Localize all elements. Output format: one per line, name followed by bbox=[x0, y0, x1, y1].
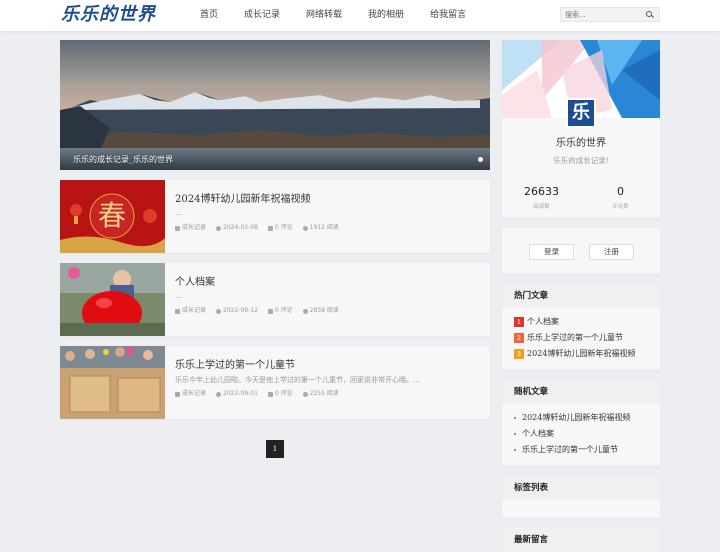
random-post-item[interactable]: 乐乐上学过的第一个儿童节 bbox=[514, 442, 648, 458]
bullet-icon bbox=[514, 417, 516, 419]
comment-icon bbox=[267, 308, 273, 314]
folder-icon bbox=[175, 308, 180, 314]
post-date: 2024-02-08 bbox=[216, 224, 258, 232]
register-button[interactable]: 注册 bbox=[589, 244, 634, 260]
hot-posts-widget: 热门文章 1 个人档案 2 乐乐上学过的第一个儿童节 3 2024博轩幼儿园新年祝福视… bbox=[502, 284, 660, 370]
nav-growth[interactable]: 成长记录 bbox=[235, 0, 289, 31]
post-item: 春 2024博轩幼儿园新年祝福视频 ... 成长记录 2024-02-08 0 … bbox=[60, 180, 490, 253]
hot-post-item[interactable]: 2 乐乐上学过的第一个儿童节 bbox=[514, 330, 648, 346]
random-post-label[interactable]: 2024博轩幼儿园新年祝福视频 bbox=[522, 410, 630, 426]
random-post-label[interactable]: 个人档案 bbox=[522, 426, 554, 442]
random-post-label[interactable]: 乐乐上学过的第一个儿童节 bbox=[522, 442, 618, 458]
post-title[interactable]: 个人档案 bbox=[175, 273, 215, 288]
main-nav: 首页 成长记录 网络转载 我的相册 给我留言 bbox=[191, 0, 483, 31]
random-post-item[interactable]: 个人档案 bbox=[514, 426, 648, 442]
profile-description: 乐乐的成长记录! bbox=[553, 156, 609, 165]
eye-icon bbox=[302, 225, 308, 231]
post-excerpt: 乐乐今年上幼儿园啦。今天是他上学过的第一个儿童节，回家说非常开心哦。... bbox=[175, 376, 420, 384]
rank-badge: 3 bbox=[514, 349, 524, 359]
nav-guestbook[interactable]: 给我留言 bbox=[421, 0, 475, 31]
post-thumbnail[interactable] bbox=[60, 263, 165, 336]
post-meta: 成长记录 2022-09-12 0 评论 2838 阅读 bbox=[175, 307, 349, 315]
post-views: 2838 阅读 bbox=[302, 307, 339, 315]
post-comments[interactable]: 0 评论 bbox=[267, 224, 293, 232]
clock-icon bbox=[216, 391, 222, 397]
post-date: 2022-09-01 bbox=[216, 390, 258, 398]
post-title[interactable]: 2024博轩幼儿园新年祝福视频 bbox=[175, 190, 310, 205]
latest-comments-widget: 最新留言 bbox=[502, 528, 660, 552]
search-input[interactable] bbox=[565, 9, 643, 20]
login-button[interactable]: 登录 bbox=[529, 244, 574, 260]
folder-icon bbox=[175, 225, 180, 231]
hot-post-item[interactable]: 1 个人档案 bbox=[514, 314, 648, 330]
post-title[interactable]: 乐乐上学过的第一个儿童节 bbox=[175, 356, 295, 371]
post-category[interactable]: 成长记录 bbox=[175, 390, 206, 398]
stat-comments: 0 评论数 bbox=[581, 185, 660, 211]
hero-caption[interactable]: 乐乐的成长记录_乐乐的世界 bbox=[73, 154, 173, 165]
hot-post-label[interactable]: 个人档案 bbox=[527, 314, 559, 330]
pagination-current-page[interactable]: 1 bbox=[266, 440, 284, 458]
comments-count: 0 bbox=[617, 185, 624, 198]
eye-icon bbox=[302, 308, 308, 314]
clock-icon bbox=[216, 308, 222, 314]
hot-post-label[interactable]: 乐乐上学过的第一个儿童节 bbox=[527, 330, 623, 346]
post-excerpt: ... bbox=[175, 209, 182, 217]
profile-card: 乐 乐乐的世界 乐乐的成长记录! 26633 阅读数 0 评论数 bbox=[502, 40, 660, 218]
stat-reads: 26633 阅读数 bbox=[502, 185, 581, 211]
profile-stats: 26633 阅读数 0 评论数 bbox=[502, 185, 660, 211]
post-excerpt: ... bbox=[175, 292, 182, 300]
auth-card: 登录 注册 bbox=[502, 228, 660, 274]
post-thumbnail[interactable] bbox=[60, 346, 165, 419]
post-item: 个人档案 ... 成长记录 2022-09-12 0 评论 2838 阅读 bbox=[60, 263, 490, 336]
search-icon[interactable] bbox=[646, 11, 652, 17]
nav-repost[interactable]: 网络转载 bbox=[297, 0, 351, 31]
slider-dot[interactable] bbox=[478, 157, 483, 162]
svg-text:春: 春 bbox=[98, 199, 126, 232]
hero-slider[interactable]: 乐乐的成长记录_乐乐的世界 bbox=[60, 40, 490, 170]
widget-title: 随机文章 bbox=[502, 380, 660, 404]
post-comments[interactable]: 0 评论 bbox=[267, 390, 293, 398]
post-thumbnail[interactable]: 春 bbox=[60, 180, 165, 253]
reads-count: 26633 bbox=[524, 185, 559, 198]
comment-icon bbox=[267, 391, 273, 397]
post-views: 1912 阅读 bbox=[302, 224, 339, 232]
post-meta: 成长记录 2024-02-08 0 评论 1912 阅读 bbox=[175, 224, 349, 232]
eye-icon bbox=[302, 391, 308, 397]
bullet-icon bbox=[514, 449, 516, 451]
post-category[interactable]: 成长记录 bbox=[175, 224, 206, 232]
widget-title: 标签列表 bbox=[502, 476, 660, 500]
site-header: 乐乐的世界 首页 成长记录 网络转载 我的相册 给我留言 bbox=[0, 0, 720, 31]
rank-badge: 2 bbox=[514, 333, 524, 343]
bullet-icon bbox=[514, 433, 516, 435]
post-category[interactable]: 成长记录 bbox=[175, 307, 206, 315]
post-comments[interactable]: 0 评论 bbox=[267, 307, 293, 315]
random-posts-widget: 随机文章 2024博轩幼儿园新年祝福视频 个人档案 乐乐上学过的第一个儿童节 bbox=[502, 380, 660, 466]
post-views: 2255 阅读 bbox=[302, 390, 339, 398]
widget-title: 热门文章 bbox=[502, 284, 660, 308]
profile-avatar[interactable]: 乐 bbox=[566, 98, 596, 128]
random-post-item[interactable]: 2024博轩幼儿园新年祝福视频 bbox=[514, 410, 648, 426]
clock-icon bbox=[216, 225, 222, 231]
profile-name: 乐乐的世界 bbox=[556, 138, 606, 149]
search-box bbox=[560, 7, 660, 22]
comments-label: 评论数 bbox=[612, 204, 629, 210]
hero-image bbox=[60, 40, 490, 170]
post-item: 乐乐上学过的第一个儿童节 乐乐今年上幼儿园啦。今天是他上学过的第一个儿童节，回家… bbox=[60, 346, 490, 419]
site-logo[interactable]: 乐乐的世界 bbox=[61, 4, 156, 26]
hot-post-item[interactable]: 3 2024博轩幼儿园新年祝福视频 bbox=[514, 346, 648, 362]
widget-title: 最新留言 bbox=[502, 528, 660, 552]
comment-icon bbox=[267, 225, 273, 231]
tags-widget: 标签列表 bbox=[502, 476, 660, 518]
post-date: 2022-09-12 bbox=[216, 307, 258, 315]
random-posts-list: 2024博轩幼儿园新年祝福视频 个人档案 乐乐上学过的第一个儿童节 bbox=[502, 404, 660, 462]
post-meta: 成长记录 2022-09-01 0 评论 2255 阅读 bbox=[175, 390, 349, 398]
nav-album[interactable]: 我的相册 bbox=[359, 0, 413, 31]
folder-icon bbox=[175, 391, 180, 397]
hot-posts-list: 1 个人档案 2 乐乐上学过的第一个儿童节 3 2024博轩幼儿园新年祝福视频 bbox=[502, 308, 660, 366]
hot-post-label[interactable]: 2024博轩幼儿园新年祝福视频 bbox=[527, 346, 635, 362]
reads-label: 阅读数 bbox=[533, 204, 550, 210]
nav-home[interactable]: 首页 bbox=[191, 0, 227, 31]
rank-badge: 1 bbox=[514, 317, 524, 327]
